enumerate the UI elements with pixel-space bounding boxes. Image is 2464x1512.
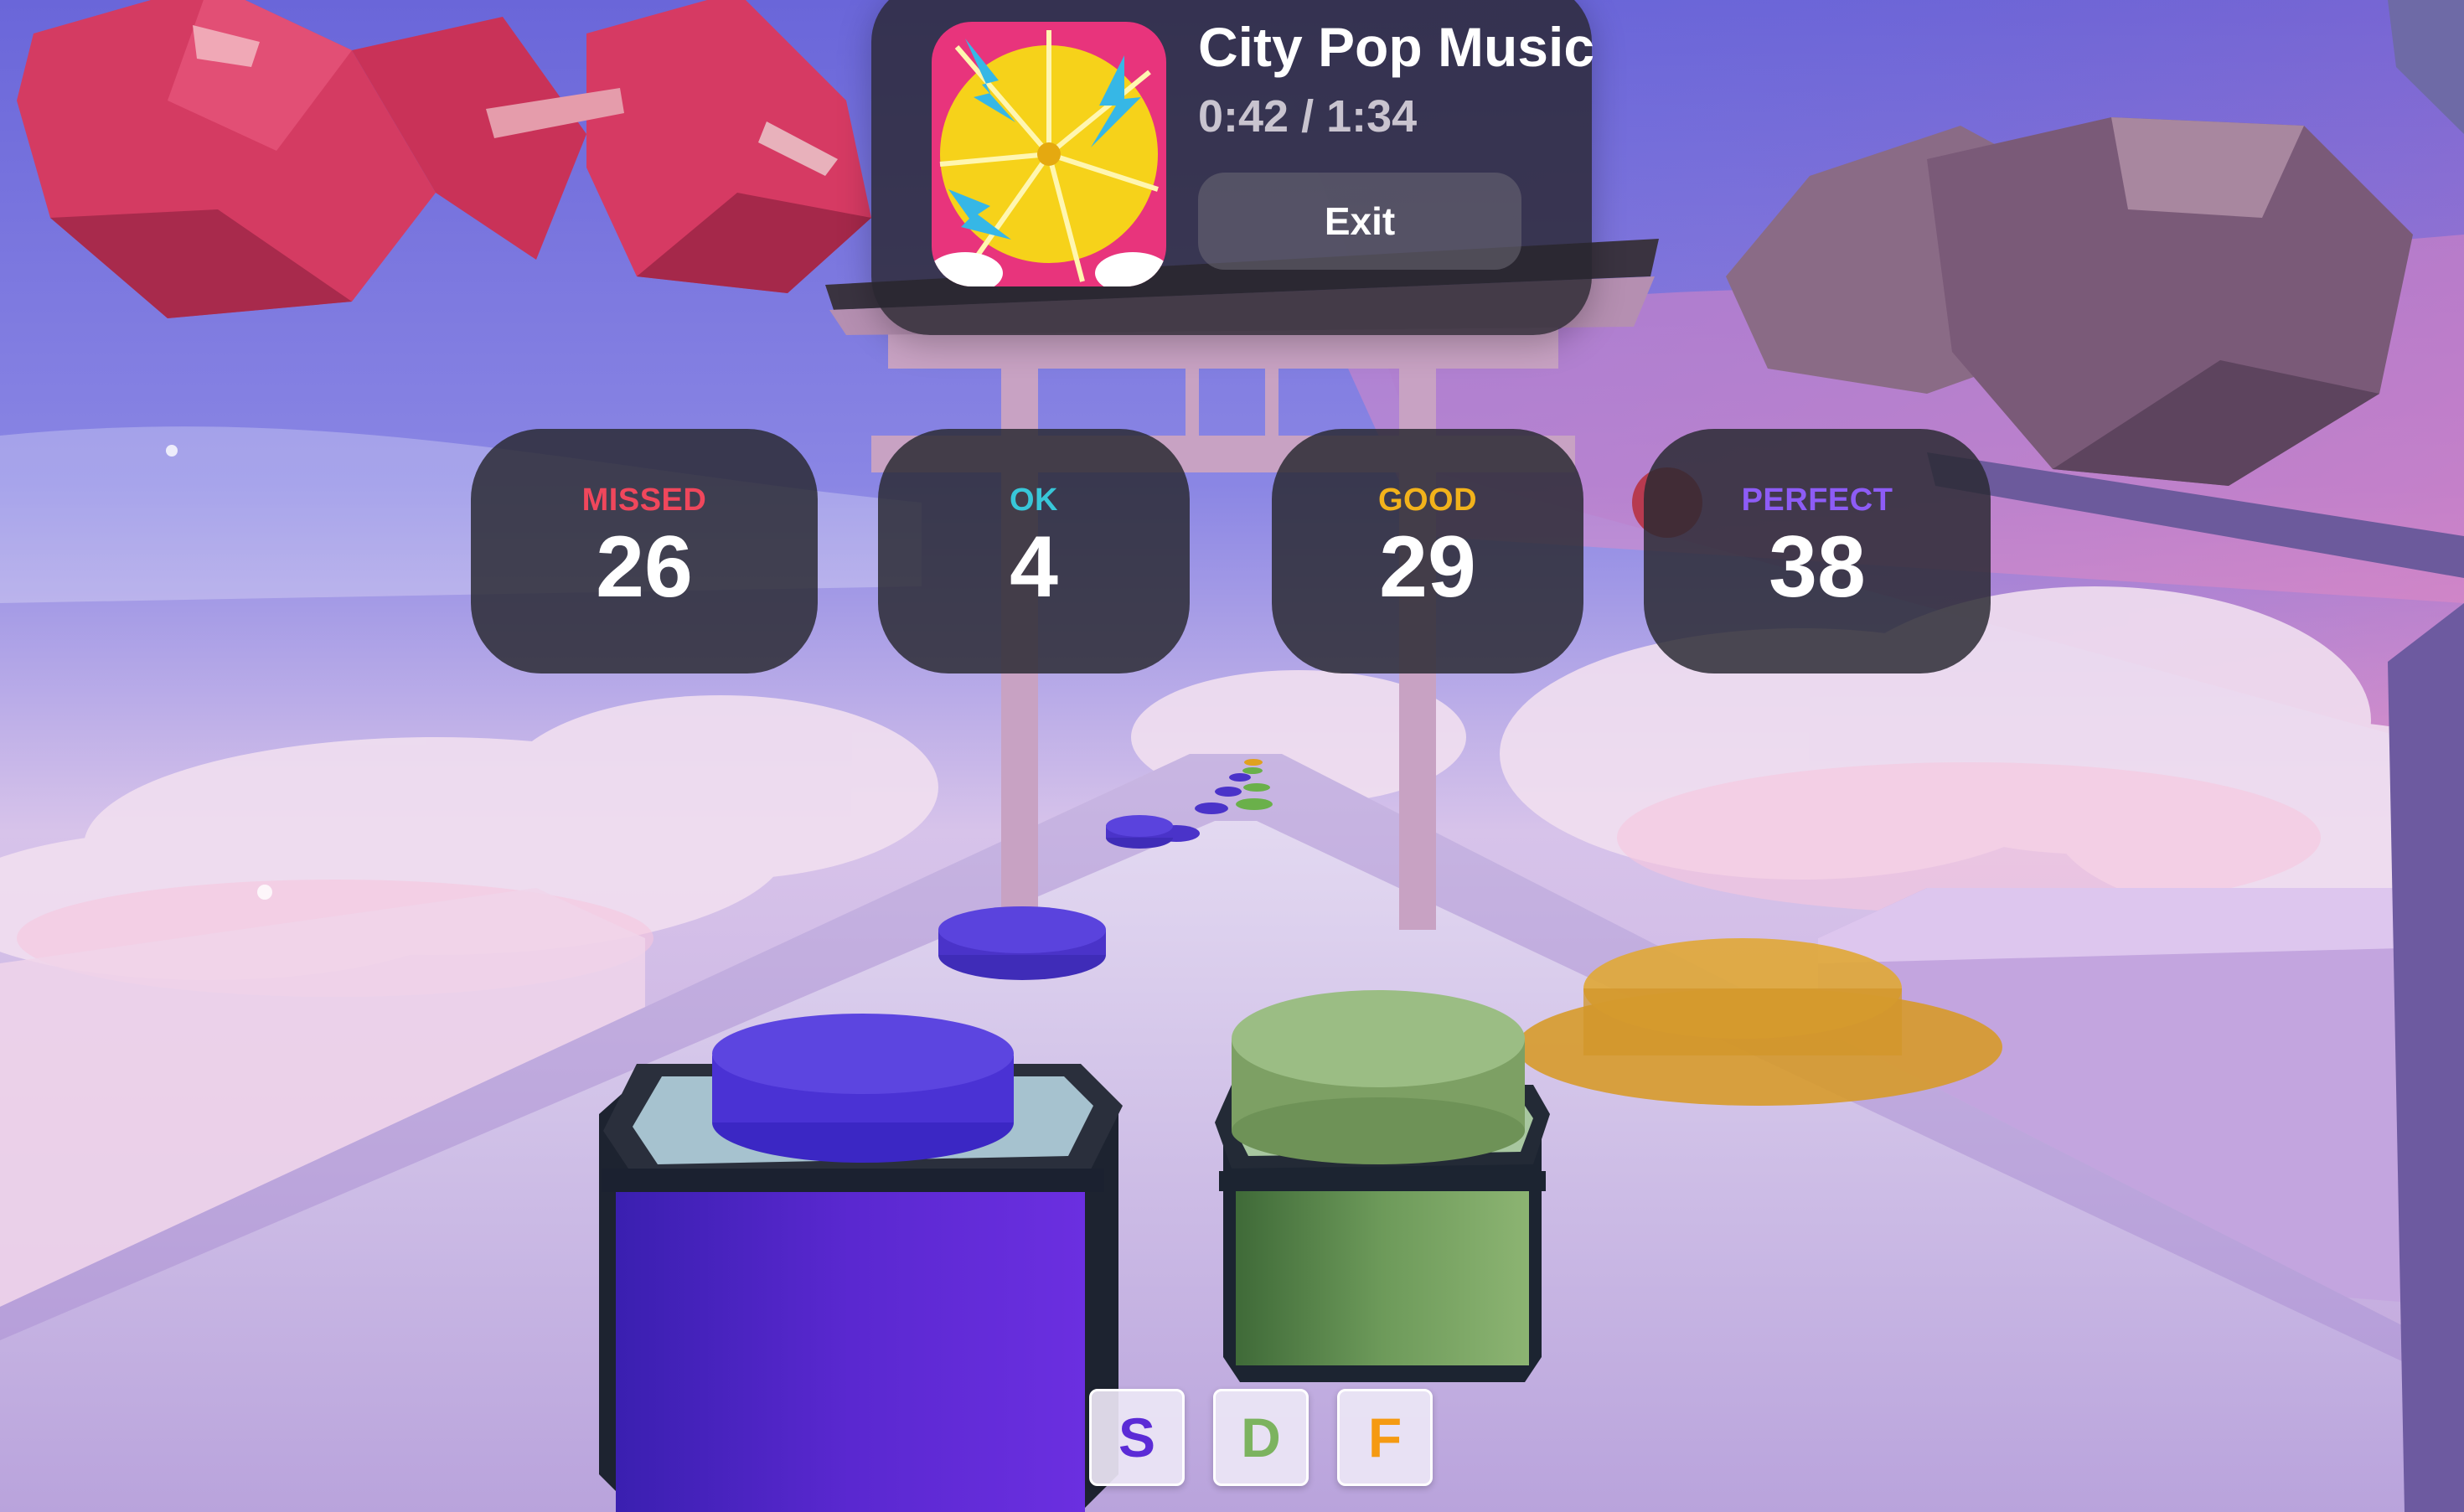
score-label-perfect: PERFECT [1741,482,1893,518]
score-value-good: 29 [1379,519,1476,616]
score-value-perfect: 38 [1769,519,1866,616]
score-card-missed: MISSED 26 [471,429,818,673]
score-label-good: GOOD [1377,482,1478,518]
song-progress-time: 0:42 / 1:34 [1198,91,1418,142]
key-hint-d[interactable]: D [1213,1389,1309,1486]
exit-button[interactable]: Exit [1198,173,1521,270]
score-card-ok: OK 4 [878,429,1190,673]
key-hint-f[interactable]: F [1337,1389,1433,1486]
score-value-missed: 26 [596,519,693,616]
score-label-ok: OK [1010,482,1058,518]
album-cover-image [932,22,1166,286]
score-value-ok: 4 [1010,519,1058,616]
key-hint-s[interactable]: S [1089,1389,1185,1486]
score-label-missed: MISSED [581,482,707,518]
song-title: City Pop Music [1198,16,1595,78]
score-card-good: GOOD 29 [1272,429,1583,673]
score-card-perfect: PERFECT 38 [1644,429,1991,673]
now-playing-panel: City Pop Music 0:42 / 1:34 Exit [871,0,1595,335]
